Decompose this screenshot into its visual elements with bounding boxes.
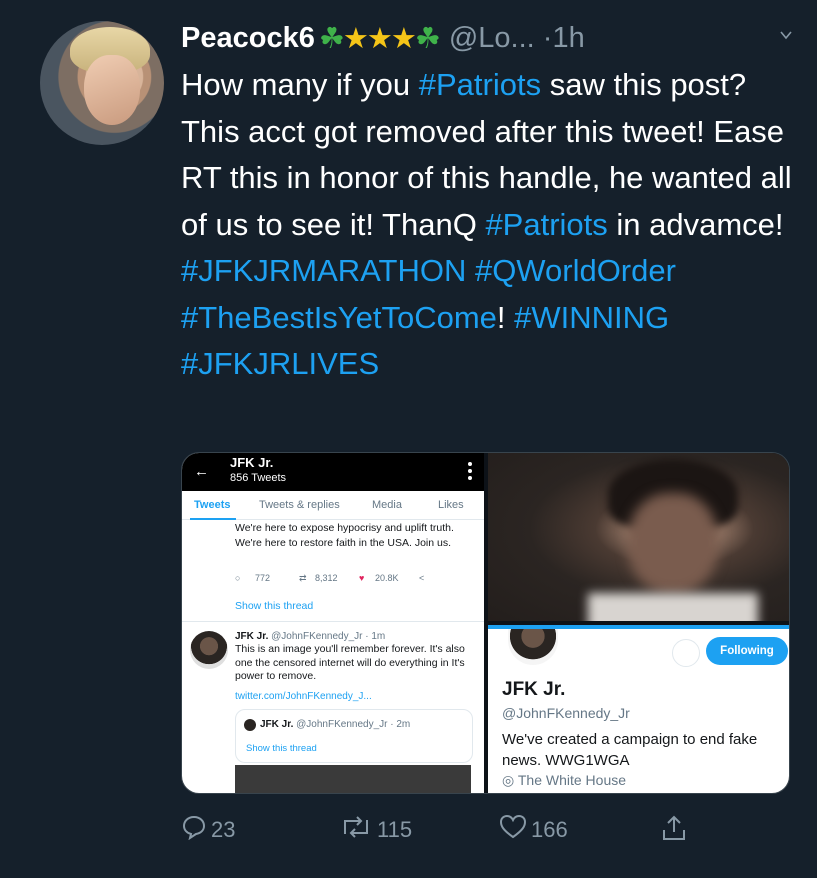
profile-topbar: ← JFK Jr. 856 Tweets: [182, 453, 484, 491]
profile-handle: @JohnFKennedy_Jr: [502, 705, 630, 721]
heart-icon: ♥: [359, 573, 365, 583]
profile-name: JFK Jr.: [502, 679, 566, 700]
show-thread-link: Show this thread: [235, 600, 314, 612]
tweet-text-segment: How many if you: [181, 67, 419, 102]
star-icon: ★: [342, 22, 369, 55]
retweet-count: 115: [377, 817, 413, 842]
tweets-count: 856 Tweets: [230, 472, 287, 484]
like-button[interactable]: 166: [499, 814, 568, 846]
tweet-actions: ○ 772 ⇄ 8,312 ♥ 20.8K <: [235, 573, 465, 587]
hashtag-link[interactable]: #Patriots: [485, 207, 607, 242]
location-icon: ◎: [502, 772, 515, 788]
image-strip: [235, 765, 471, 793]
author-emojis: ☘★★★☘: [318, 21, 441, 56]
tweet2-header: JFK Jr. @JohnFKennedy_Jr · 1m: [235, 631, 386, 642]
tweet-media[interactable]: ← JFK Jr. 856 Tweets Tweets Tweets & rep…: [181, 452, 790, 794]
star-icon: ★: [366, 22, 393, 55]
clover-icon: ☘: [318, 22, 345, 55]
profile-title: JFK Jr.: [230, 455, 274, 470]
author-handle[interactable]: @Lo... ·1h: [449, 22, 585, 55]
photo-shirt: [588, 593, 758, 621]
like-count: 166: [531, 817, 568, 842]
tweet-time: 1h: [552, 21, 585, 54]
share-icon: <: [419, 573, 425, 583]
reply-icon: ○: [235, 573, 241, 583]
following-button: Following: [706, 637, 788, 665]
tweet-text-segment: in advamce!: [607, 206, 784, 242]
chevron-down-icon[interactable]: [779, 28, 793, 42]
tweet-actions-bar: 23 115 166: [181, 810, 721, 850]
retweet-count: 8,312: [315, 573, 338, 583]
back-arrow-icon: ←: [194, 463, 209, 480]
gear-icon: [672, 639, 700, 667]
tab-tweets-replies: Tweets & replies: [259, 499, 340, 511]
media-profile-card[interactable]: Following JFK Jr. @JohnFKennedy_Jr We've…: [488, 625, 789, 793]
tab-likes: Likes: [438, 499, 464, 511]
tweet-text-segment: !: [496, 299, 515, 335]
tweet2-text: This is an image you'll remember forever…: [235, 643, 465, 682]
hashtag-link[interactable]: #QWorldOrder: [475, 253, 676, 288]
tweet-text: How many if you #Patriots saw this post?…: [181, 62, 801, 388]
more-icon: [468, 459, 472, 483]
quoted-tweet: JFK Jr. @JohnFKennedy_Jr · 2m Show this …: [235, 709, 473, 763]
star-icon: ★: [390, 22, 417, 55]
hashtag-link[interactable]: #WINNING: [514, 300, 669, 335]
profile-location: ◎ The White House: [502, 772, 627, 788]
share-icon: [661, 814, 691, 848]
hashtag-link[interactable]: #JFKJRLIVES: [181, 346, 379, 381]
hashtag-link[interactable]: #TheBestIsYetToCome: [181, 300, 497, 335]
quoted-header: JFK Jr. @JohnFKennedy_Jr · 2m: [260, 719, 411, 730]
reply-count: 23: [211, 817, 236, 842]
retweet-icon: ⇄: [299, 573, 307, 583]
reply-count: 772: [255, 573, 271, 583]
reply-icon: [181, 814, 211, 846]
retweet-icon: [339, 814, 377, 846]
media-photo[interactable]: [488, 453, 789, 621]
active-tab-underline: [190, 518, 236, 520]
reply-button[interactable]: 23: [181, 814, 235, 846]
avatar: [190, 631, 228, 669]
tweet2-link: twitter.com/JohnFKennedy_J...: [235, 691, 372, 702]
hashtag-link[interactable]: #JFKJRMARATHON: [181, 253, 466, 288]
pinned-tweet-text: We're here to expose hypocrisy and uplif…: [235, 522, 454, 549]
retweet-button[interactable]: 115: [339, 814, 412, 846]
like-count: 20.8K: [375, 573, 399, 583]
tab-media: Media: [372, 499, 402, 511]
profile-tabs: Tweets Tweets & replies Media Likes: [182, 491, 484, 520]
tweet-header: Peacock6 ☘★★★☘ @Lo... ·1h: [181, 18, 797, 58]
share-button[interactable]: [661, 814, 691, 848]
show-thread-link: Show this thread: [246, 743, 317, 754]
photo-face: [628, 493, 718, 593]
clover-icon: ☘: [414, 22, 441, 55]
divider: [182, 621, 484, 622]
profile-bio: We've created a campaign to end fake new…: [502, 731, 758, 769]
tweet-text-segment: [466, 253, 475, 288]
hashtag-link[interactable]: #Patriots: [419, 67, 541, 102]
avatar: [244, 719, 256, 731]
heart-icon: [499, 814, 531, 846]
author-avatar[interactable]: [40, 21, 164, 145]
author-name[interactable]: Peacock6: [181, 22, 315, 55]
media-screenshot-left[interactable]: ← JFK Jr. 856 Tweets Tweets Tweets & rep…: [182, 453, 484, 793]
avatar: [508, 629, 558, 665]
tab-tweets: Tweets: [194, 499, 231, 511]
avatar-face: [84, 55, 140, 125]
